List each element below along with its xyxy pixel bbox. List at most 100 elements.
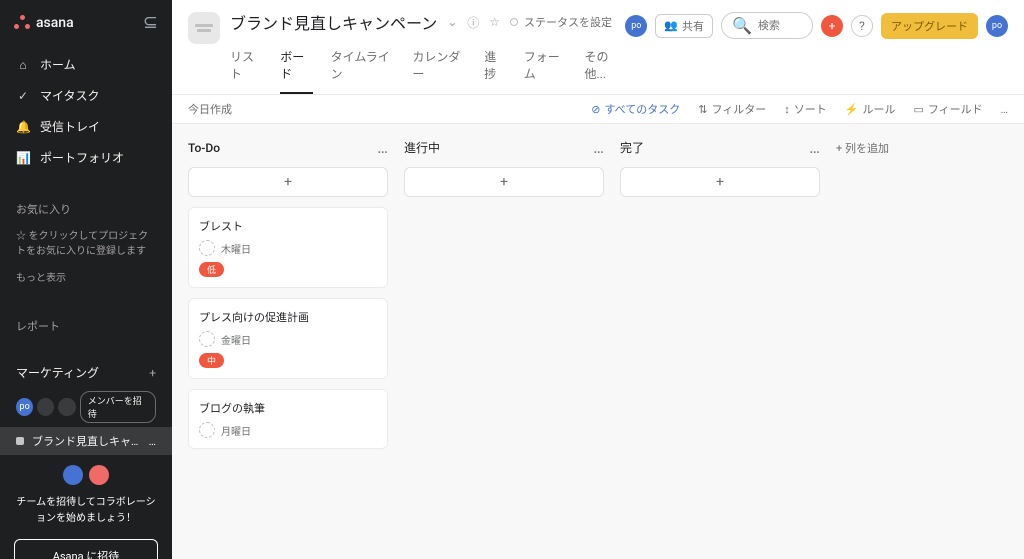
add-team-icon[interactable]: + (149, 366, 156, 380)
column-more-icon[interactable]: … (809, 138, 820, 157)
main: ブランド見直しキャンペーン ⌄ ⓘ ☆ ステータスを設定 リストボードタイムライ… (172, 0, 1024, 559)
column-title: 完了 (620, 139, 644, 156)
assignee-placeholder-icon[interactable] (199, 240, 215, 256)
favorites-hint: ☆ をクリックしてプロジェクトをお気に入りに登録します (0, 225, 172, 269)
avatar-placeholder (58, 398, 75, 416)
nav-label: 受信トレイ (40, 118, 100, 135)
status-dot-icon (510, 18, 518, 26)
board-column: 完了 … + (620, 138, 820, 545)
invite-button[interactable]: Asana に招待 (14, 539, 158, 559)
avatar[interactable]: po (16, 398, 33, 416)
upgrade-button[interactable]: アップグレード (881, 13, 978, 39)
card-title: ブログの執筆 (199, 400, 377, 416)
header: ブランド見直しキャンペーン ⌄ ⓘ ☆ ステータスを設定 リストボードタイムライ… (172, 0, 1024, 95)
field-button[interactable]: ▭フィールド (913, 101, 982, 117)
all-tasks-button[interactable]: ⊘すべてのタスク (591, 101, 680, 117)
priority-pill: 中 (199, 353, 224, 368)
search-input[interactable] (758, 19, 818, 32)
project-color-icon (16, 437, 24, 445)
reports-title: レポート (0, 310, 172, 342)
tab-進捗[interactable]: 進捗 (484, 42, 506, 94)
tab-その他...[interactable]: その他... (584, 42, 625, 94)
last-updated: 今日作成 (188, 101, 232, 117)
people-icon: 👥 (664, 19, 678, 32)
nav-item[interactable]: ⌂ ホーム (0, 49, 172, 80)
team-row[interactable]: マーケティング + (0, 358, 172, 387)
sort-button[interactable]: ↕ソート (784, 101, 827, 117)
task-card[interactable]: ブログの執筆月曜日 (188, 389, 388, 449)
board-column: To-Do … + ブレスト木曜日低プレス向けの促進計画金曜日中ブログの執筆月曜日 (188, 138, 388, 545)
add-card-button[interactable]: + (620, 167, 820, 197)
nav-icon: ⌂ (16, 58, 30, 72)
assignee-placeholder-icon[interactable] (199, 331, 215, 347)
promo-text: チームを招待してコラボレーションを始めましょう！ (14, 495, 158, 527)
kanban-board: To-Do…+ブレスト木曜日低プレス向けの促進計画金曜日中ブログの執筆月曜日進行… (172, 124, 1024, 559)
star-icon[interactable]: ☆ (489, 15, 500, 29)
add-card-button[interactable]: + (188, 167, 388, 197)
column-title: To-Do (188, 141, 220, 155)
column-more-icon[interactable]: … (593, 138, 604, 157)
nav-icon: ✓ (16, 89, 30, 103)
avatar-placeholder (37, 398, 54, 416)
share-button[interactable]: 👥 共有 (655, 14, 713, 38)
invite-members-chip[interactable]: メンバーを招待 (80, 391, 156, 423)
nav-label: マイタスク (40, 87, 100, 104)
tab-ボード[interactable]: ボード (280, 42, 312, 94)
nav-label: ホーム (40, 56, 76, 73)
board-column: 進行中 … + (404, 138, 604, 545)
add-card-button[interactable]: + (404, 167, 604, 197)
task-card[interactable]: プレス向けの促進計画金曜日中 (188, 298, 388, 379)
nav-icon: 🔔 (16, 120, 30, 134)
show-more-link[interactable]: もっと表示 (0, 269, 172, 294)
collapse-sidebar-icon[interactable]: ⊆ (143, 12, 158, 33)
nav-label: ポートフォリオ (40, 149, 124, 166)
tab-タイムライン[interactable]: タイムライン (331, 42, 395, 94)
favorites-title: お気に入り (0, 193, 172, 225)
status-button[interactable]: ステータスを設定 (510, 14, 612, 30)
filter-button[interactable]: ⇅フィルター (698, 101, 766, 117)
info-icon[interactable]: ⓘ (467, 14, 479, 31)
chevron-down-icon[interactable]: ⌄ (447, 15, 457, 29)
card-title: ブレスト (199, 218, 377, 234)
project-tabs: リストボードタイムラインカレンダー進捗フォームその他... (230, 42, 625, 94)
column-title: 進行中 (404, 139, 440, 156)
tab-リスト[interactable]: リスト (230, 42, 262, 94)
card-title: プレス向けの促進計画 (199, 309, 377, 325)
tab-カレンダー[interactable]: カレンダー (412, 42, 466, 94)
team-name: マーケティング (16, 364, 99, 381)
add-column-button[interactable]: + 列を追加 (836, 138, 889, 545)
add-button[interactable]: + (821, 15, 843, 37)
sidebar-project-item[interactable]: ブランド見直しキャン... … (0, 427, 172, 455)
nav-item[interactable]: ✓ マイタスク (0, 80, 172, 111)
nav-item[interactable]: 🔔 受信トレイ (0, 111, 172, 142)
sidebar: asana ⊆ ⌂ ホーム ✓ マイタスク 🔔 受信トレイ 📊 ポートフォリオ お気に入り ☆… (0, 0, 172, 559)
avatar[interactable]: po (625, 15, 647, 37)
more-actions-icon[interactable]: … (1001, 103, 1008, 116)
search-icon: 🔍 (732, 16, 752, 35)
due-date: 金曜日 (221, 332, 251, 347)
promo-avatars (14, 465, 158, 485)
page-title: ブランド見直しキャンペーン (230, 10, 437, 34)
project-name: ブランド見直しキャン... (32, 433, 141, 449)
board-toolbar: 今日作成 ⊘すべてのタスク ⇅フィルター ↕ソート ⚡ルール ▭フィールド … (172, 95, 1024, 124)
priority-pill: 低 (199, 262, 224, 277)
status-label: ステータスを設定 (524, 14, 612, 30)
project-more-icon[interactable]: … (149, 435, 156, 448)
column-more-icon[interactable]: … (377, 138, 388, 157)
due-date: 木曜日 (221, 241, 251, 256)
due-date: 月曜日 (221, 423, 251, 438)
asana-logo-icon (14, 15, 30, 31)
primary-nav: ⌂ ホーム ✓ マイタスク 🔔 受信トレイ 📊 ポートフォリオ (0, 45, 172, 177)
brand-name: asana (36, 15, 74, 31)
project-icon (188, 12, 220, 44)
nav-item[interactable]: 📊 ポートフォリオ (0, 142, 172, 173)
tab-フォーム[interactable]: フォーム (524, 42, 567, 94)
nav-icon: 📊 (16, 151, 30, 165)
help-button[interactable]: ? (851, 15, 873, 37)
search-box[interactable]: 🔍 (721, 12, 813, 39)
task-card[interactable]: ブレスト木曜日低 (188, 207, 388, 288)
logo[interactable]: asana (14, 15, 74, 31)
rule-button[interactable]: ⚡ルール (845, 101, 896, 117)
user-avatar[interactable]: po (986, 15, 1008, 37)
assignee-placeholder-icon[interactable] (199, 422, 215, 438)
